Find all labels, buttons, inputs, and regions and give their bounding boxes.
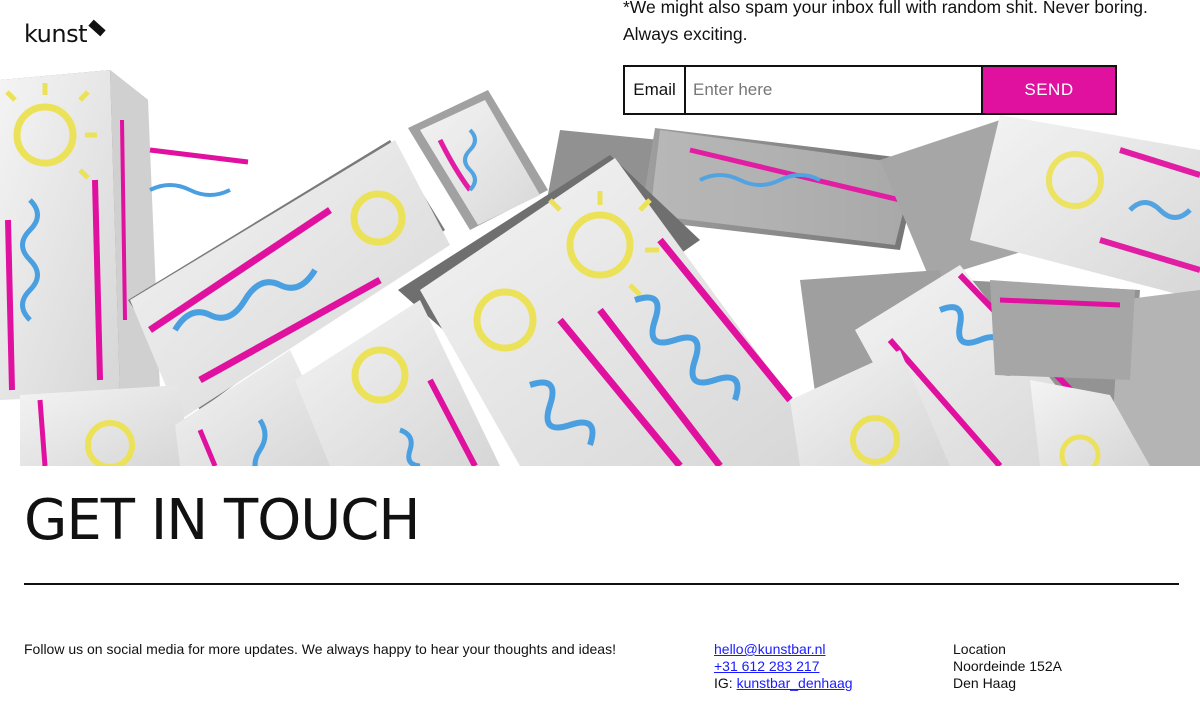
phone-link[interactable]: +31 612 283 217	[714, 658, 820, 674]
address-line1: Noordeinde 152A	[953, 658, 1062, 674]
email-input[interactable]	[686, 67, 981, 113]
ig-label: IG:	[714, 675, 737, 691]
newsletter-note-line1: *We might also spam your inbox full with…	[623, 0, 1148, 17]
newsletter-note-line2: Always exciting.	[623, 24, 748, 44]
instagram-link[interactable]: kunstbar_denhaag	[737, 675, 853, 691]
newsletter-form: Email SEND	[623, 65, 1117, 115]
contact-links: hello@kunstbar.nl +31 612 283 217 IG: ku…	[714, 641, 853, 692]
kunst-logo[interactable]: kunst	[24, 19, 106, 48]
newsletter-signup: *We might also spam your inbox full with…	[623, 0, 1183, 115]
email-label: Email	[625, 67, 686, 113]
follow-text: Follow us on social media for more updat…	[24, 641, 616, 657]
location-block: Location Noordeinde 152A Den Haag	[953, 641, 1062, 692]
logo-text: kunst	[24, 20, 88, 48]
send-button[interactable]: SEND	[981, 67, 1115, 113]
logo-mark-icon	[88, 19, 106, 37]
email-link[interactable]: hello@kunstbar.nl	[714, 641, 826, 657]
newsletter-note: *We might also spam your inbox full with…	[623, 0, 1183, 48]
location-label: Location	[953, 641, 1006, 657]
divider	[24, 583, 1179, 585]
page-title: GET IN TOUCH	[24, 488, 420, 553]
address-line2: Den Haag	[953, 675, 1017, 691]
